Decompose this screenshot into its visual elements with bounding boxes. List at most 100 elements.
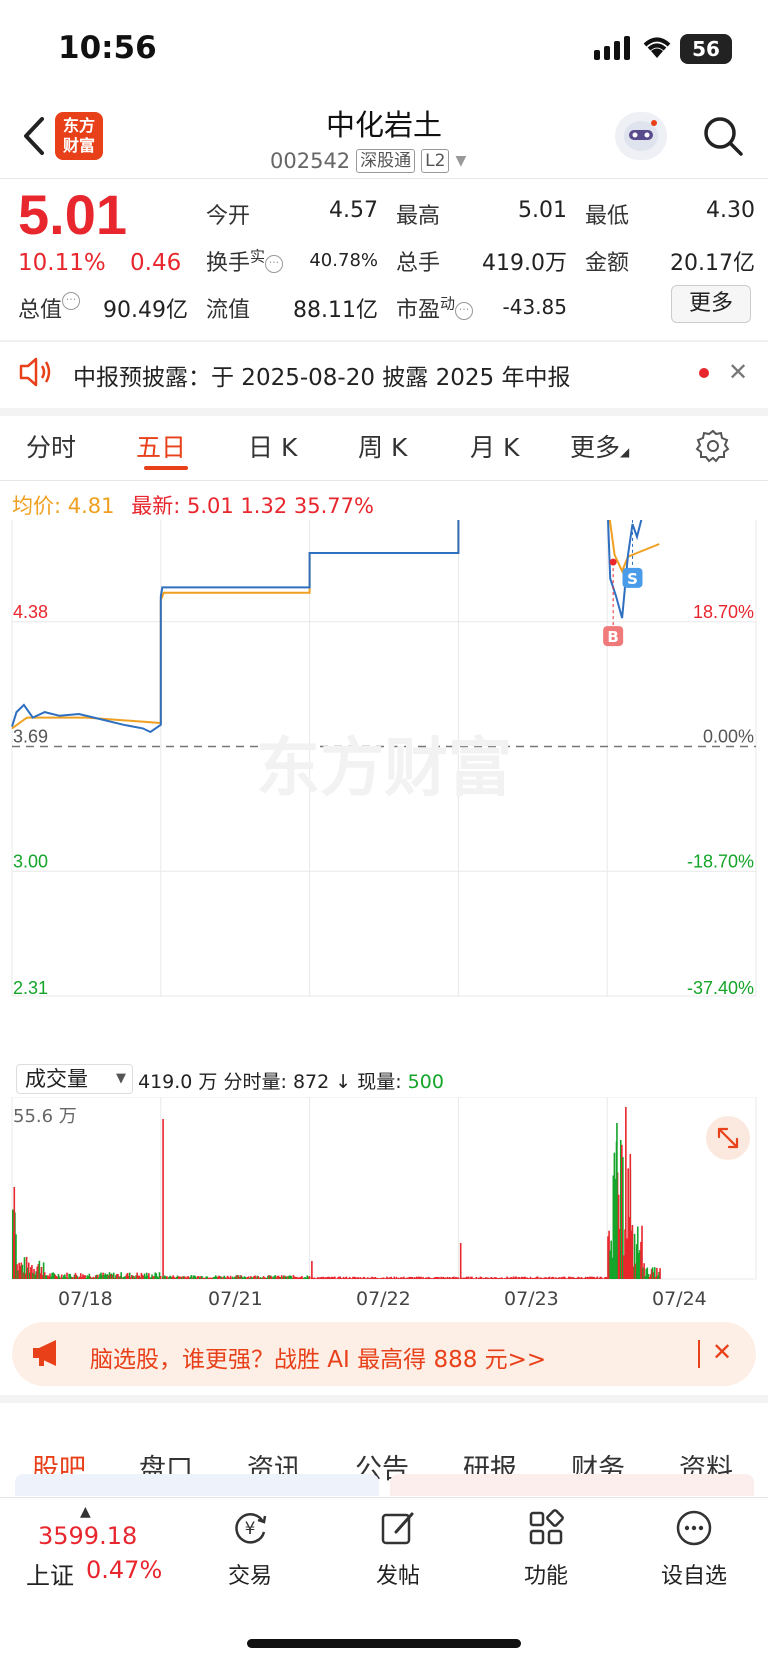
indicator-selector[interactable]: 成交量 ▼ — [16, 1064, 133, 1094]
index-name[interactable]: 上证 — [26, 1556, 74, 1591]
tab-more[interactable]: 更多◢ — [570, 428, 629, 464]
divider — [0, 340, 768, 342]
mktcap-label: 总值 ··· — [18, 292, 81, 324]
low-label: 最低 — [585, 204, 630, 229]
more-quote-button[interactable]: 更多 — [671, 285, 751, 323]
volume-max-label: 55.6 万 — [13, 1106, 77, 1127]
open-label: 今开 — [206, 204, 251, 229]
section-gap — [0, 408, 768, 416]
volume-bar — [13, 1187, 16, 1279]
index-percent[interactable]: 0.47% — [86, 1556, 162, 1584]
volume-frame — [11, 1097, 757, 1280]
promo-text[interactable]: 脑选股，谁更强？战胜 AI 最高得 888 元>> — [90, 1340, 546, 1374]
y-axis-right-label: -18.70% — [687, 851, 754, 871]
forum-card[interactable] — [15, 1474, 379, 1496]
volume-bar — [629, 1154, 632, 1279]
low-value: 4.30 — [706, 198, 755, 223]
turnover-label: 换手实 ··· — [206, 245, 284, 277]
more-dots-icon — [676, 1510, 712, 1546]
nav-functions[interactable]: 功能 — [496, 1508, 596, 1590]
y-axis-left-label: 3.69 — [13, 727, 48, 747]
close-icon[interactable]: ✕ — [712, 1338, 732, 1366]
nav-watchlist-settings[interactable]: 设自选 — [644, 1508, 744, 1590]
avg-price-line — [11, 520, 660, 730]
tab-monthly-k[interactable]: 月 K — [470, 428, 519, 464]
volume-bar — [308, 1276, 311, 1279]
grid-icon — [529, 1509, 564, 1545]
volume-info: 419.0 万 分时量: 872 ↓ 现量: 500 — [138, 1071, 444, 1093]
float-label: 流值 — [206, 298, 251, 323]
pe-label: 市盈动 ··· — [396, 292, 474, 324]
dropdown-caret-icon[interactable]: ▼ — [455, 153, 466, 169]
y-axis-right-label: -37.40% — [687, 978, 754, 998]
turnover-value: 40.78% — [309, 250, 378, 271]
volume-bar — [162, 1119, 164, 1279]
volume-bar — [159, 1275, 162, 1279]
forum-card[interactable] — [390, 1474, 754, 1496]
stock-code-row[interactable]: 002542 深股通 L2 ▼ — [270, 146, 466, 176]
nav-trade[interactable]: ¥ 交易 — [200, 1508, 300, 1590]
buy-marker-label: B — [607, 628, 618, 646]
y-axis-right-label: 18.70% — [693, 602, 754, 622]
date-label: 07/21 — [208, 1288, 263, 1310]
volume-bar — [457, 1277, 459, 1279]
volume-bar — [311, 1261, 313, 1279]
wifi-icon — [643, 37, 671, 58]
high-value: 5.01 — [518, 198, 567, 223]
nav-post[interactable]: 发帖 — [348, 1508, 448, 1590]
price-line — [11, 520, 643, 734]
five-day-chart[interactable]: 东方财富 5.074.383.693.002.3137.40%18.70%0.0… — [0, 520, 768, 1060]
change-amount: 0.46 — [130, 250, 182, 276]
volume-bar — [616, 1123, 618, 1279]
info-icon: ··· — [265, 255, 284, 273]
gear-icon[interactable] — [695, 428, 731, 464]
stock-code: 002542 — [270, 149, 351, 173]
volume-bar — [459, 1243, 462, 1279]
amount-label: 金额 — [585, 251, 630, 276]
ai-assistant-avatar-icon[interactable] — [615, 112, 667, 160]
y-axis-left-label: 3.00 — [13, 851, 48, 871]
high-label: 最高 — [396, 204, 441, 229]
tab-intraday[interactable]: 分时 — [26, 428, 76, 464]
date-label: 07/23 — [504, 1288, 559, 1310]
open-value: 4.57 — [329, 198, 378, 223]
y-axis-left-label: 2.31 — [13, 978, 48, 998]
level-tag: L2 — [421, 149, 450, 173]
tab-five-day[interactable]: 五日 — [136, 428, 186, 464]
volume-bar — [625, 1107, 627, 1279]
expand-icon[interactable] — [706, 1116, 750, 1160]
info-icon: ··· — [62, 292, 81, 310]
index-value[interactable]: 3599.18 — [38, 1522, 137, 1550]
market-tag: 深股通 — [356, 149, 416, 173]
edit-icon — [381, 1512, 414, 1545]
cellular-signal-icon — [594, 36, 630, 60]
tab-daily-k[interactable]: 日 K — [248, 428, 297, 464]
volume-chart[interactable] — [0, 1097, 768, 1281]
active-tab-indicator — [144, 466, 188, 470]
volume-bar — [659, 1268, 661, 1279]
current-price: 5.01 — [18, 183, 127, 246]
speaker-icon — [19, 357, 51, 387]
close-icon[interactable]: ✕ — [728, 358, 748, 386]
yuan-exchange-icon: ¥ — [235, 1513, 267, 1544]
battery-icon: 56 — [680, 34, 732, 64]
home-indicator — [247, 1639, 521, 1648]
divider — [0, 178, 768, 179]
unread-dot — [699, 368, 709, 378]
chart-summary: 均价: 4.81 最新: 5.01 1.32 35.77% — [12, 494, 374, 518]
caret-up-icon: ▲ — [80, 1504, 91, 1520]
tab-weekly-k[interactable]: 周 K — [358, 428, 407, 464]
notice-text[interactable]: 中报预披露：于 2025-08-20 披露 2025 年中报 — [73, 358, 570, 392]
volume-label: 总手 — [396, 251, 441, 276]
change-percent: 10.11% — [18, 250, 106, 276]
sell-marker-label: S — [627, 570, 638, 588]
info-icon: ··· — [455, 302, 474, 320]
mktcap-value: 90.49亿 — [103, 298, 188, 323]
amount-value: 20.17亿 — [670, 251, 755, 276]
y-axis-right-label: 0.00% — [703, 727, 754, 747]
search-icon[interactable] — [702, 115, 744, 157]
watermark: 东方财富 — [256, 732, 512, 806]
volume-value: 419.0万 — [482, 251, 567, 276]
promo-separator — [698, 1340, 700, 1368]
date-label: 07/24 — [652, 1288, 707, 1310]
